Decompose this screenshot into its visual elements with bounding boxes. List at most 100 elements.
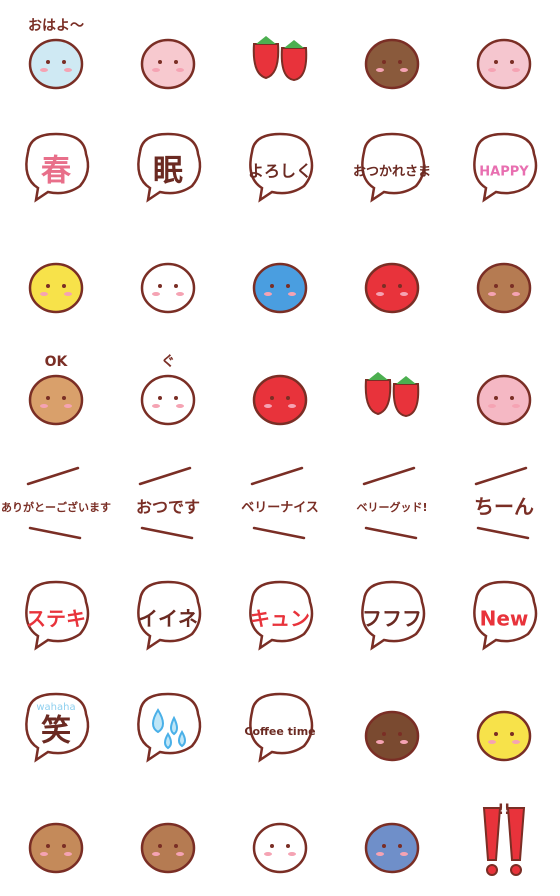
emoji-label: ありがとーございます (1, 500, 111, 514)
blue-bird-icon (252, 262, 308, 314)
emoji-cell[interactable] (224, 0, 336, 112)
emoji-cell[interactable]: ちーん (448, 448, 560, 560)
bear-icon (28, 822, 84, 874)
emoji-cell[interactable]: Coffee time (224, 672, 336, 784)
double-exclamation-icon: !! (482, 802, 526, 876)
emoji-cell[interactable]: ぐ (112, 336, 224, 448)
emoji-cell[interactable]: 眠 (112, 112, 224, 224)
emoji-cell[interactable]: ベリーグッド! (336, 448, 448, 560)
spring-bubble-icon: 春 (25, 132, 90, 203)
sleepy-bubble-icon: 眠 (137, 132, 202, 203)
emoji-label: HAPPY (479, 165, 529, 180)
cat-icon (252, 822, 308, 874)
chiin-banner-icon: ちーん (474, 466, 534, 540)
emoji-cell[interactable]: おつかれさま (336, 112, 448, 224)
emoji-label: ステキ (26, 607, 86, 631)
otsukaresama-bubble-icon: おつかれさま (353, 132, 431, 203)
emoji-label: おつかれさま (353, 165, 431, 180)
chipmunk-ok-icon: OK (28, 354, 84, 426)
roll-cake-icon (476, 38, 532, 90)
emoji-cell[interactable]: イイネ (112, 560, 224, 672)
emoji-cell[interactable]: キュン (224, 560, 336, 672)
emoji-cell[interactable] (224, 224, 336, 336)
lemon-drink-icon (476, 710, 532, 762)
emoji-cell[interactable] (336, 0, 448, 112)
emoji-cell[interactable] (336, 672, 448, 784)
emoji-cell[interactable] (112, 0, 224, 112)
emoji-cell[interactable]: New (448, 560, 560, 672)
emoji-cell[interactable] (224, 336, 336, 448)
chocolate-parfait-icon (364, 38, 420, 90)
emoji-label: New (480, 607, 529, 631)
hedgehog-icon (476, 262, 532, 314)
emoji-cell[interactable]: OK (0, 336, 112, 448)
emoji-cell[interactable]: フフフ (336, 560, 448, 672)
emoji-label: ベリーグッド! (356, 500, 427, 514)
emoji-cell[interactable]: よろしく (224, 112, 336, 224)
chocolate-cake-icon (364, 710, 420, 762)
suteki-bubble-icon: ステキ (25, 580, 90, 651)
sleeping-dog-icon (140, 822, 196, 874)
yoroshiku-bubble-icon: よろしく (248, 132, 314, 203)
emoji-cell[interactable] (336, 224, 448, 336)
falling-strawberries-icon (364, 372, 420, 418)
emoji-cell[interactable] (112, 672, 224, 784)
emoji-cell[interactable] (0, 784, 112, 896)
emoji-cell[interactable] (448, 0, 560, 112)
arigato-banner-icon: ありがとーございます (1, 466, 111, 540)
emoji-cell[interactable]: HAPPY (448, 112, 560, 224)
coffee-time-bubble-icon: Coffee time (244, 692, 316, 763)
emoji-label: おつです (136, 498, 200, 517)
emoji-label: よろしく (248, 162, 312, 181)
emoji-cell[interactable] (448, 224, 560, 336)
raindrops-bubble-icon (137, 692, 202, 763)
fufufu-bubble-icon: フフフ (361, 580, 426, 651)
emoji-cell[interactable] (0, 224, 112, 336)
emoji-cell[interactable]: おはよ〜 (0, 0, 112, 112)
laugh-bubble-icon: wahaha笑 (25, 692, 90, 763)
emoji-cell[interactable] (112, 224, 224, 336)
emoji-label: ベリーナイス (241, 501, 319, 516)
emoji-cell[interactable]: wahaha 笑 (0, 672, 112, 784)
emoji-label: ちーん (474, 495, 534, 519)
emoji-label: 春 (41, 154, 71, 189)
yellow-bird-icon (28, 262, 84, 314)
otsudesu-banner-icon: おつです (136, 466, 200, 540)
emoji-label: イイネ (138, 607, 198, 631)
very-nice-banner-icon: ベリーナイス (241, 466, 319, 540)
emoji-cell[interactable]: ありがとーございます (0, 448, 112, 560)
emoji-label: 眠 (153, 154, 183, 189)
emoji-cell[interactable]: ステキ (0, 560, 112, 672)
emoji-cell[interactable] (112, 784, 224, 896)
emoji-cell[interactable] (336, 784, 448, 896)
mushroom-turtle-icon (364, 262, 420, 314)
iine-bubble-icon: イイネ (137, 580, 202, 651)
bubble-subtext: wahaha (36, 702, 75, 713)
strawberry-thumbs-up-icon (252, 374, 308, 426)
thumbs-up-hand-icon: ぐ (140, 354, 196, 426)
emoji-cell[interactable] (224, 784, 336, 896)
white-bird-icon (140, 262, 196, 314)
new-bubble-icon: New (473, 580, 538, 651)
emoji-label: ぐ (161, 354, 175, 370)
strawberries-icon (252, 36, 308, 82)
emoji-label: Coffee time (244, 725, 315, 738)
emoji-cell[interactable]: ベリーナイス (224, 448, 336, 560)
emoji-cell[interactable]: !! (448, 784, 560, 896)
happy-bubble-icon: HAPPY (473, 132, 538, 203)
emoji-label: キュン (250, 607, 310, 631)
very-good-banner-icon: ベリーグッド! (356, 466, 428, 540)
emoji-cell[interactable]: 春 (0, 112, 112, 224)
penguin-icon (364, 822, 420, 874)
emoji-cell[interactable] (448, 336, 560, 448)
emoji-cell[interactable]: おつです (112, 448, 224, 560)
kyun-bubble-icon: キュン (249, 580, 314, 651)
emoji-label: OK (45, 354, 69, 370)
emoji-label: フフフ (362, 607, 422, 631)
emoji-cell[interactable] (448, 672, 560, 784)
emoji-label: おはよ〜 (28, 18, 84, 34)
emoji-cell[interactable] (336, 336, 448, 448)
emoji-grid: おはよ〜春 眠 よろしく おつかれさま HAPPY OK ぐありがとーございます おつです ベリ… (0, 0, 560, 896)
teacup-icon (140, 38, 196, 90)
girl-icon: おはよ〜 (28, 18, 84, 90)
